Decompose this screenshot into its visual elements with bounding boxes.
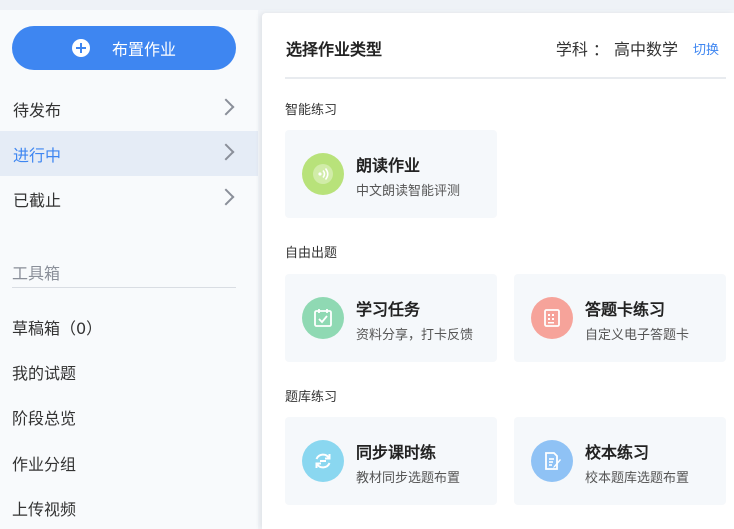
microphone-icon [302, 153, 344, 195]
sidebar-item-pending[interactable]: 待发布 [0, 86, 258, 131]
sidebar-item-label: 待发布 [13, 100, 62, 120]
card-school-practice[interactable]: 校本练习 校本题库选题布置 [514, 417, 726, 505]
panel-divider [285, 77, 726, 79]
switch-subject-link[interactable]: 切换 [693, 39, 719, 58]
toolbox-divider [12, 287, 236, 288]
sync-icon [302, 440, 344, 482]
card-description: 中文朗读智能评测 [356, 184, 461, 199]
plus-icon [71, 39, 90, 57]
section-label-free-questions: 自由出题 [285, 246, 338, 261]
sidebar-item-in-progress[interactable]: 进行中 [0, 131, 258, 176]
answer-sheet-icon [531, 297, 573, 339]
sidebar-item-closed[interactable]: 已截止 [0, 176, 258, 221]
publish-homework-button[interactable]: 布置作业 [12, 26, 236, 70]
panel-title: 选择作业类型 [286, 40, 383, 59]
sidebar-item-label: 已截止 [13, 190, 62, 210]
card-title: 同步课时练 [356, 443, 437, 462]
sidebar: 布置作业 待发布 进行中 已截止 工具箱 草稿箱（0） 我的试题 阶段总览 作业… [0, 10, 258, 529]
homework-type-panel: 选择作业类型 学科 ： 高中数学 切换 智能练习 朗读作业 中文朗读智能评测 自… [262, 13, 734, 529]
top-strip [0, 0, 734, 10]
tool-item-stage-overview[interactable]: 阶段总览 [12, 405, 76, 429]
checkbox-calendar-icon [302, 297, 344, 339]
card-title: 答题卡练习 [585, 300, 666, 319]
tool-item-my-questions[interactable]: 我的试题 [12, 360, 76, 384]
toolbox-heading: 工具箱 [12, 264, 61, 283]
tool-item-homework-groups[interactable]: 作业分组 [12, 451, 76, 475]
card-title: 学习任务 [356, 300, 421, 319]
tool-item-drafts[interactable]: 草稿箱（0） [12, 315, 102, 339]
card-sync-lesson-practice[interactable]: 同步课时练 教材同步选题布置 [285, 417, 497, 505]
card-reading-homework[interactable]: 朗读作业 中文朗读智能评测 [285, 130, 497, 218]
card-description: 教材同步选题布置 [356, 471, 461, 486]
chevron-right-icon [217, 188, 235, 206]
subject-text: 学科 ： 高中数学 [555, 40, 678, 59]
card-learning-task[interactable]: 学习任务 资料分享，打卡反馈 [285, 274, 497, 362]
chevron-right-icon [217, 98, 235, 116]
tool-item-upload-video[interactable]: 上传视频 [12, 496, 76, 520]
card-description: 校本题库选题布置 [585, 471, 690, 486]
section-label-question-bank: 题库练习 [285, 390, 338, 405]
chevron-right-icon [217, 143, 235, 161]
card-title: 校本练习 [585, 443, 650, 462]
section-label-smart-practice: 智能练习 [285, 103, 338, 118]
card-description: 资料分享，打卡反馈 [356, 328, 474, 343]
card-title: 朗读作业 [356, 156, 421, 175]
edit-document-icon [531, 440, 573, 482]
card-description: 自定义电子答题卡 [585, 328, 690, 343]
publish-homework-label: 布置作业 [111, 40, 176, 59]
sidebar-item-label: 进行中 [13, 145, 62, 165]
card-answer-sheet-practice[interactable]: 答题卡练习 自定义电子答题卡 [514, 274, 726, 362]
